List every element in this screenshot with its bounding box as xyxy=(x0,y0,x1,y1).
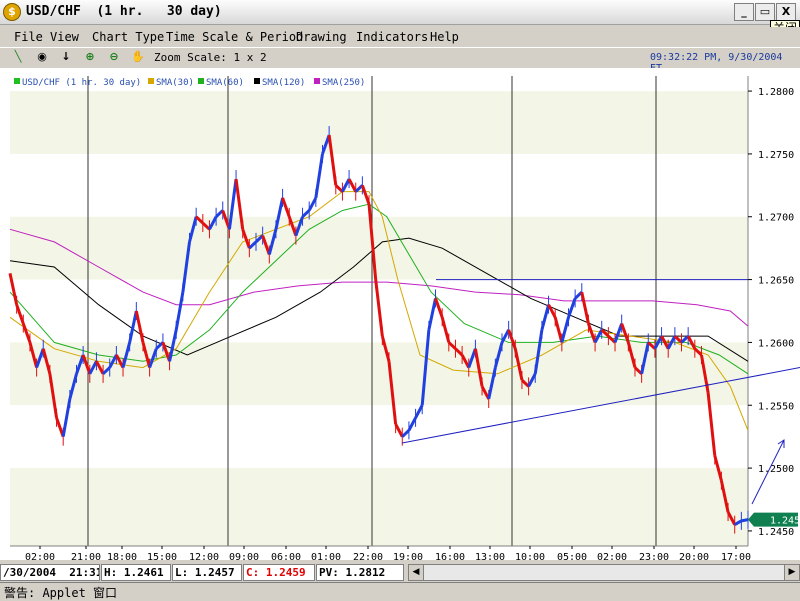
price-chart[interactable]: 1.2800 1.2750 1.2700 1.2650 1.2600 1.2550 1.25… xyxy=(0,68,800,560)
horizontal-scrollbar[interactable]: ◀ ▶ xyxy=(408,564,800,581)
x-tick-label: 02:00 xyxy=(25,552,55,560)
legend-entry: USD/CHF (1 hr. 30 day) xyxy=(22,78,141,88)
y-tick-label: 1.2500 xyxy=(758,464,794,475)
legend-swatch xyxy=(198,78,204,84)
status-high: H: 1.2461 xyxy=(101,564,171,581)
chart-band xyxy=(10,342,748,406)
status-bar: /30/2004 21:31 H: 1.2461 L: 1.2457 C: 1.… xyxy=(0,563,800,581)
applet-warning-text: 警告: Applet 窗口 xyxy=(4,586,118,600)
status-low: L: 1.2457 xyxy=(172,564,242,581)
x-tick-label: 13:00 xyxy=(475,552,505,560)
y-tick-label: 1.2700 xyxy=(758,213,794,224)
legend-swatch xyxy=(254,78,260,84)
legend-swatch xyxy=(148,78,154,84)
chart-band xyxy=(10,216,748,280)
title-bar[interactable]: $ USD/CHF (1 hr. 30 day) _ ▭ X xyxy=(0,0,800,25)
last-price-label: 1.2459 xyxy=(770,516,800,527)
menu-help[interactable]: Help xyxy=(430,30,459,44)
menu-bar: File View Chart Type Time Scale & Period… xyxy=(0,27,800,47)
x-tick-label: 06:00 xyxy=(271,552,301,560)
x-tick-label: 02:00 xyxy=(597,552,627,560)
scroll-right-icon[interactable]: ▶ xyxy=(784,565,799,580)
y-tick-label: 1.2650 xyxy=(758,276,794,287)
menu-drawing[interactable]: Drawing xyxy=(296,30,347,44)
legend-entry: SMA(60) xyxy=(206,78,244,88)
toolbar: ╲ ◉ ↓ ⊕ ⊖ ✋ Zoom Scale: 1 x 2 09:32:22 P… xyxy=(0,47,800,74)
x-tick-label: 18:00 xyxy=(107,552,137,560)
chart-band xyxy=(10,153,748,217)
y-tick-label: 1.2800 xyxy=(758,87,794,98)
legend-entry: SMA(250) xyxy=(322,78,365,88)
legend-entry: SMA(30) xyxy=(156,78,194,88)
chart-band xyxy=(10,468,748,531)
menu-file[interactable]: File xyxy=(14,30,43,44)
zoom-scale-label: Zoom Scale: 1 x 2 xyxy=(154,51,267,64)
x-tick-label: 23:00 xyxy=(639,552,669,560)
x-tick-label: 19:00 xyxy=(393,552,423,560)
arrow-down-tool-icon[interactable]: ↓ xyxy=(58,49,74,65)
x-tick-label: 09:00 xyxy=(229,552,259,560)
y-tick-label: 1.2600 xyxy=(758,338,794,349)
restore-button[interactable]: ▭ xyxy=(755,3,775,21)
status-pv: PV: 1.2812 xyxy=(316,564,404,581)
scroll-left-icon[interactable]: ◀ xyxy=(409,565,424,580)
x-tick-label: 10:00 xyxy=(515,552,545,560)
x-tick-label: 21:00 xyxy=(71,552,101,560)
x-tick-label: 12:00 xyxy=(189,552,219,560)
menu-view[interactable]: View xyxy=(50,30,79,44)
price-segment xyxy=(741,518,749,523)
line-tool-icon[interactable]: ╲ xyxy=(10,49,26,65)
y-tick-label: 1.2750 xyxy=(758,150,794,161)
y-tick-label: 1.2550 xyxy=(758,401,794,412)
zoom-in-icon[interactable]: ⊕ xyxy=(82,49,98,65)
legend-swatch xyxy=(314,78,320,84)
zoom-out-icon[interactable]: ⊖ xyxy=(106,49,122,65)
x-tick-label: 01:00 xyxy=(311,552,341,560)
chart-band xyxy=(10,405,748,469)
chart-band xyxy=(10,530,748,546)
pan-tool-icon[interactable]: ✋ xyxy=(130,49,146,65)
x-tick-label: 20:00 xyxy=(679,552,709,560)
status-date: /30/2004 21:31 xyxy=(0,564,100,581)
x-tick-label: 15:00 xyxy=(147,552,177,560)
x-tick-label: 22:00 xyxy=(353,552,383,560)
legend-swatch xyxy=(14,78,20,84)
applet-warning-bar: 警告: Applet 窗口 xyxy=(0,582,800,601)
menu-time-scale[interactable]: Time Scale & Period xyxy=(166,30,303,44)
minimize-button[interactable]: _ xyxy=(734,3,754,21)
window-title: USD/CHF (1 hr. 30 day) xyxy=(26,4,222,19)
legend-entry: SMA(120) xyxy=(262,78,305,88)
chart-band xyxy=(10,91,748,154)
x-tick-label: 16:00 xyxy=(435,552,465,560)
x-tick-label: 05:00 xyxy=(557,552,587,560)
status-close: C: 1.2459 xyxy=(243,564,315,581)
x-tick-label: 17:00 xyxy=(721,552,751,560)
menu-indicators[interactable]: Indicators xyxy=(356,30,428,44)
menu-chart-type[interactable]: Chart Type xyxy=(92,30,164,44)
y-tick-label: 1.2450 xyxy=(758,527,794,538)
target-tool-icon[interactable]: ◉ xyxy=(34,49,50,65)
close-button[interactable]: X xyxy=(776,3,796,21)
app-logo-icon: $ xyxy=(3,3,21,21)
